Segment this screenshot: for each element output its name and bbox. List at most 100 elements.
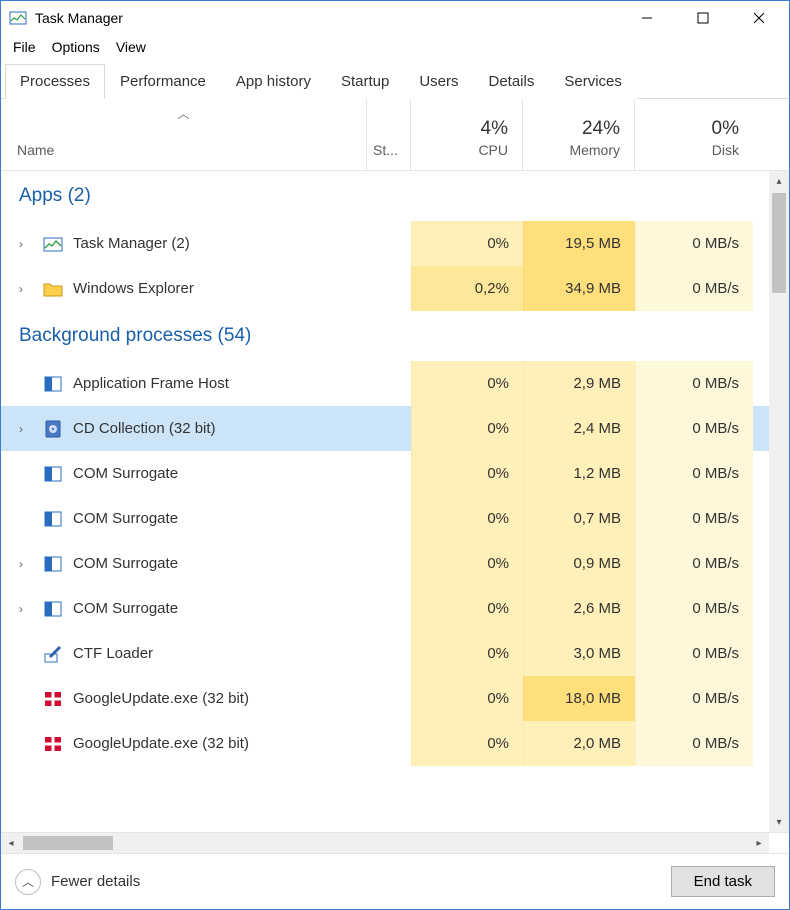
footer: ︿ Fewer details End task: [1, 853, 789, 909]
tab-details[interactable]: Details: [474, 64, 550, 99]
memory-cell: 0,9 MB: [523, 541, 635, 586]
column-headers: ︿ Name St... 4% CPU 24% Memory 0% Disk: [1, 99, 789, 171]
window-title: Task Manager: [35, 10, 619, 26]
winapp-icon: [43, 464, 63, 484]
process-row[interactable]: Application Frame Host 0%2,9 MB0 MB/s: [1, 361, 769, 406]
tabstrip: Processes Performance App history Startu…: [1, 63, 789, 99]
expand-icon[interactable]: ›: [19, 237, 33, 251]
end-task-button[interactable]: End task: [671, 866, 775, 897]
disk-cell: 0 MB/s: [635, 266, 753, 311]
tab-performance[interactable]: Performance: [105, 64, 221, 99]
process-row[interactable]: ›COM Surrogate0%2,6 MB0 MB/s: [1, 586, 769, 631]
tab-users[interactable]: Users: [404, 64, 473, 99]
expand-icon[interactable]: ›: [19, 557, 33, 571]
process-name: COM Surrogate: [73, 600, 178, 617]
memory-cell: 19,5 MB: [523, 221, 635, 266]
process-name: Task Manager (2): [73, 235, 190, 252]
dk-icon: [43, 734, 63, 754]
menu-file[interactable]: File: [9, 37, 40, 57]
cpu-cell: 0%: [411, 631, 523, 676]
horizontal-scrollbar[interactable]: ◂ ▸: [1, 833, 769, 853]
cpu-cell: 0%: [411, 541, 523, 586]
process-row[interactable]: GoogleUpdate.exe (32 bit) 0%2,0 MB0 MB/s: [1, 721, 769, 766]
vertical-scrollbar[interactable]: ▴ ▾: [769, 171, 789, 832]
process-row[interactable]: › CD Collection (32 bit) 0%2,4 MB0 MB/s: [1, 406, 769, 451]
scroll-down-icon[interactable]: ▾: [769, 812, 789, 832]
process-name: COM Surrogate: [73, 465, 178, 482]
cpu-cell: 0%: [411, 451, 523, 496]
memory-cell: 2,9 MB: [523, 361, 635, 406]
fewer-details-button[interactable]: ︿ Fewer details: [15, 869, 140, 895]
process-name: GoogleUpdate.exe (32 bit): [73, 735, 249, 752]
tab-processes[interactable]: Processes: [5, 64, 105, 99]
scroll-right-icon[interactable]: ▸: [749, 833, 769, 853]
tab-startup[interactable]: Startup: [326, 64, 404, 99]
column-disk[interactable]: 0% Disk: [635, 99, 753, 170]
cpu-cell: 0%: [411, 676, 523, 721]
cpu-cell: 0%: [411, 586, 523, 631]
column-cpu[interactable]: 4% CPU: [411, 99, 523, 170]
disk-cell: 0 MB/s: [635, 361, 753, 406]
column-memory[interactable]: 24% Memory: [523, 99, 635, 170]
process-row[interactable]: COM Surrogate0%1,2 MB0 MB/s: [1, 451, 769, 496]
process-row[interactable]: GoogleUpdate.exe (32 bit)0%18,0 MB0 MB/s: [1, 676, 769, 721]
scrollbar-thumb[interactable]: [772, 193, 786, 293]
process-name: CTF Loader: [73, 645, 153, 662]
cpu-cell: 0%: [411, 406, 523, 451]
disk-cell: 0 MB/s: [635, 541, 753, 586]
tab-services[interactable]: Services: [549, 64, 637, 99]
winapp-icon: [43, 599, 63, 619]
memory-cell: 2,4 MB: [523, 406, 635, 451]
column-name[interactable]: ︿ Name: [1, 99, 367, 170]
process-row[interactable]: CTF Loader0%3,0 MB0 MB/s: [1, 631, 769, 676]
folder-icon: [43, 279, 63, 299]
scroll-up-icon[interactable]: ▴: [769, 171, 789, 191]
winapp-icon: [43, 374, 63, 394]
winapp-icon: [43, 509, 63, 529]
taskmgr-icon: [43, 234, 63, 254]
maximize-button[interactable]: [675, 1, 731, 35]
hscrollbar-thumb[interactable]: [23, 836, 113, 850]
tab-app-history[interactable]: App history: [221, 64, 326, 99]
expand-icon[interactable]: ›: [19, 422, 33, 436]
memory-cell: 34,9 MB: [523, 266, 635, 311]
expand-icon[interactable]: ›: [19, 282, 33, 296]
close-button[interactable]: [731, 1, 787, 35]
cpu-cell: 0%: [411, 221, 523, 266]
disk-cell: 0 MB/s: [635, 406, 753, 451]
menu-view[interactable]: View: [112, 37, 150, 57]
cpu-cell: 0%: [411, 721, 523, 766]
scroll-left-icon[interactable]: ◂: [1, 833, 21, 853]
sort-ascending-icon: ︿: [177, 105, 189, 122]
task-manager-window: Task Manager File Options View Processes…: [0, 0, 790, 910]
winapp-icon: [43, 554, 63, 574]
minimize-button[interactable]: [619, 1, 675, 35]
process-row[interactable]: ›Windows Explorer0,2%34,9 MB0 MB/s: [1, 266, 769, 311]
process-name: CD Collection (32 bit): [73, 420, 216, 437]
memory-cell: 2,0 MB: [523, 721, 635, 766]
memory-cell: 0,7 MB: [523, 496, 635, 541]
column-status[interactable]: St...: [367, 99, 411, 170]
cpu-cell: 0,2%: [411, 266, 523, 311]
process-name: COM Surrogate: [73, 510, 178, 527]
taskmanager-icon: [9, 9, 27, 27]
dk-icon: [43, 689, 63, 709]
memory-cell: 18,0 MB: [523, 676, 635, 721]
group-background: Background processes (54): [1, 311, 769, 361]
process-row[interactable]: COM Surrogate0%0,7 MB0 MB/s: [1, 496, 769, 541]
disk-cell: 0 MB/s: [635, 221, 753, 266]
menubar: File Options View: [1, 35, 789, 59]
memory-cell: 1,2 MB: [523, 451, 635, 496]
process-row[interactable]: ›COM Surrogate0%0,9 MB0 MB/s: [1, 541, 769, 586]
disk-cell: 0 MB/s: [635, 721, 753, 766]
menu-options[interactable]: Options: [48, 37, 104, 57]
disk-cell: 0 MB/s: [635, 496, 753, 541]
process-list: Apps (2)›Task Manager (2)0%19,5 MB0 MB/s…: [1, 171, 769, 832]
titlebar[interactable]: Task Manager: [1, 1, 789, 35]
expand-icon[interactable]: ›: [19, 602, 33, 616]
process-name: Application Frame Host: [73, 375, 229, 392]
cpu-cell: 0%: [411, 361, 523, 406]
process-row[interactable]: › Task Manager (2) 0%19,5 MB0 MB/s: [1, 221, 769, 266]
disk-cell: 0 MB/s: [635, 586, 753, 631]
ctf-icon: [43, 644, 63, 664]
